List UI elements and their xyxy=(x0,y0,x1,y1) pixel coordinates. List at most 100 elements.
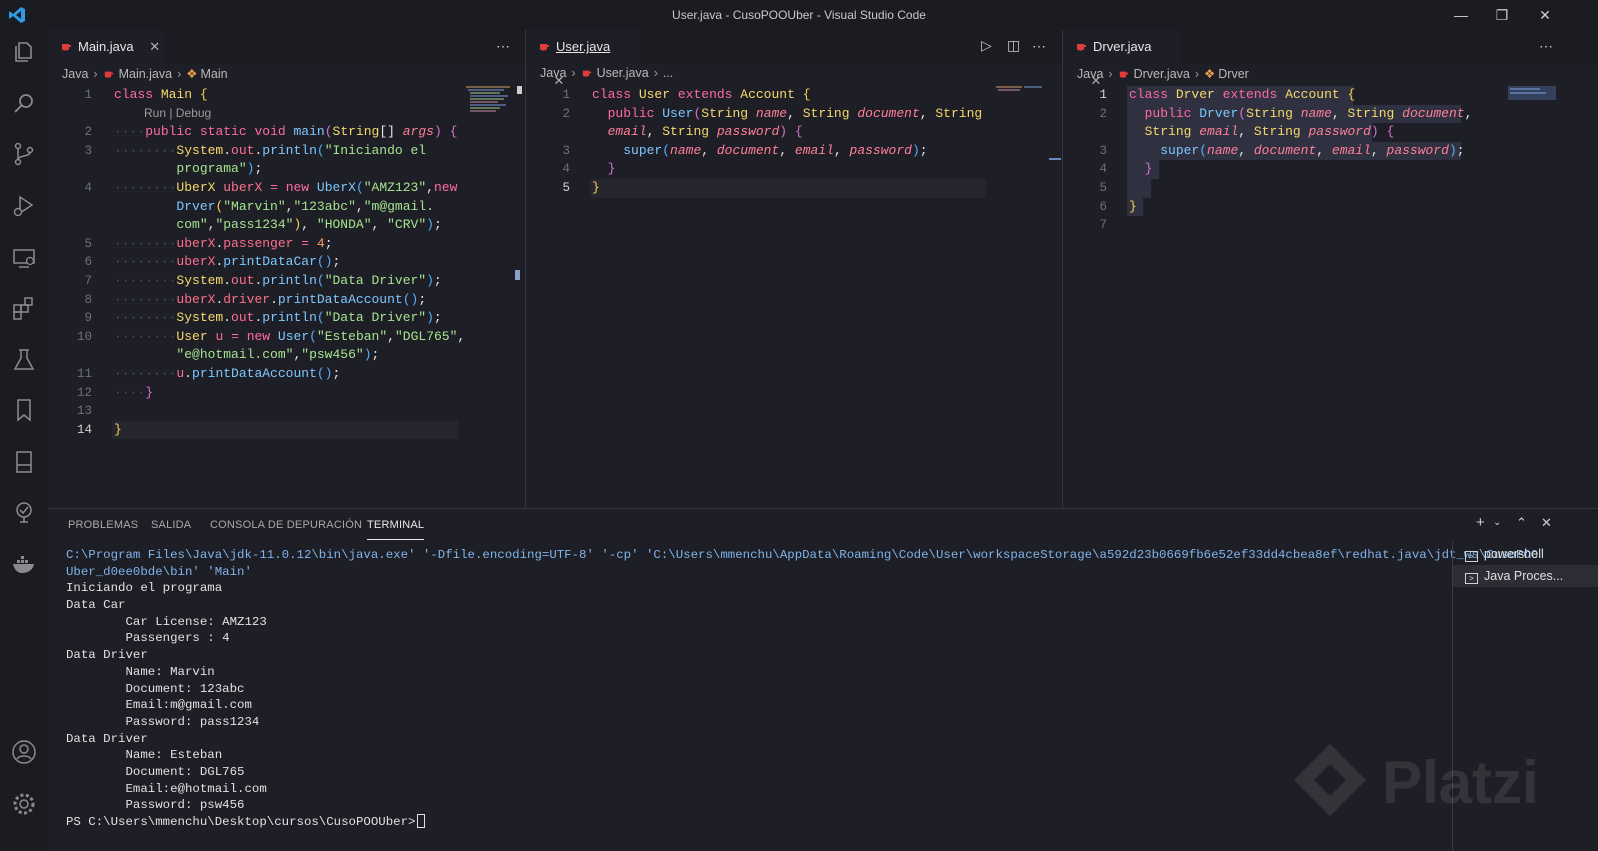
run-file-icon[interactable]: ▷ xyxy=(981,37,993,54)
tab-problems[interactable]: PROBLEMAS xyxy=(68,519,138,539)
search-icon[interactable] xyxy=(10,90,38,118)
editor-group-user: User.java✕ ▷ ◫ ⋯ Java › User.java ›... 1 cla… xyxy=(526,30,1062,508)
scrollbar-thumb[interactable] xyxy=(517,86,522,94)
terminal-line: Car License: AMZ123 xyxy=(66,614,267,629)
line-number: 12 xyxy=(76,385,92,400)
breadcrumb-item[interactable]: Java xyxy=(62,67,88,81)
codelens-run-debug[interactable]: Run | Debug xyxy=(144,106,211,120)
line-number: 2 xyxy=(562,106,570,121)
terminal-item-java-process[interactable]: > Java Proces... xyxy=(1453,565,1598,587)
close-panel-icon[interactable]: ✕ xyxy=(1541,515,1552,531)
split-editor-icon[interactable]: ◫ xyxy=(1007,37,1021,54)
line-number: 9 xyxy=(84,311,92,326)
terminal-item-powershell[interactable]: > powershell xyxy=(1453,543,1598,565)
minimap[interactable] xyxy=(466,86,514,116)
notebook-icon[interactable] xyxy=(10,448,38,476)
code-editor[interactable]: 1 class Drver extends Account { 2 public … xyxy=(1063,86,1598,508)
line-number: 10 xyxy=(76,329,92,344)
code-line: } xyxy=(607,161,616,177)
tab-user-java[interactable]: User.java✕ xyxy=(526,30,640,88)
terminal-output[interactable]: C:\Program Files\Java\jdk-11.0.12\bin\ja… xyxy=(66,547,1539,831)
breadcrumb-item[interactable]: Main xyxy=(200,67,227,81)
timeline-icon[interactable] xyxy=(10,498,38,526)
code-line: } xyxy=(592,180,600,195)
code-line: ····} xyxy=(114,384,154,400)
tab-bar: User.java✕ ▷ ◫ ⋯ xyxy=(526,30,1062,88)
minimize-icon[interactable]: — xyxy=(1450,4,1472,26)
chevron-right-icon: › xyxy=(571,66,576,80)
maximize-panel-icon[interactable]: ⌃ xyxy=(1516,515,1527,531)
tab-terminal[interactable]: TERMINAL xyxy=(367,519,425,540)
terminal-prompt[interactable]: PS C:\Users\mmenchu\Desktop\cursos\CusoP… xyxy=(66,814,1436,831)
settings-gear-icon[interactable] xyxy=(10,790,38,818)
code-editor[interactable]: 1 class User extends Account { 2 public U… xyxy=(526,86,1062,508)
breadcrumb-item[interactable]: Java xyxy=(1077,67,1103,81)
source-control-icon[interactable] xyxy=(10,140,38,168)
code-line: ····public static void main(String[] arg… xyxy=(114,124,458,140)
close-tab-icon[interactable]: ✕ xyxy=(146,30,164,64)
bookmarks-icon[interactable] xyxy=(10,396,38,424)
scrollbar-marker xyxy=(1049,158,1061,160)
line-number: 8 xyxy=(84,292,92,307)
tab-debug-console[interactable]: CONSOLA DE DEPURACIÓN xyxy=(210,519,362,539)
java-file-icon xyxy=(582,70,591,77)
code-line-wrap: String email, String password) { xyxy=(1144,124,1395,140)
line-number: 4 xyxy=(84,181,92,195)
line-number: 5 xyxy=(1099,181,1107,195)
line-number: 5 xyxy=(562,181,570,195)
code-line: super(name, document, email, password); xyxy=(623,142,928,158)
more-actions-icon[interactable]: ⋯ xyxy=(496,38,511,55)
class-symbol-icon: ❖ xyxy=(186,67,198,81)
breadcrumb-item[interactable]: Drver.java xyxy=(1134,67,1190,81)
extensions-icon[interactable] xyxy=(10,294,38,322)
terminal-cursor xyxy=(417,814,426,828)
terminal-line: Document: DGL765 xyxy=(66,764,245,779)
breadcrumb-item[interactable]: ... xyxy=(663,66,673,80)
code-line: } xyxy=(1129,198,1137,214)
java-file-icon xyxy=(1077,44,1086,51)
minimap[interactable] xyxy=(996,86,1044,116)
class-symbol-icon: ❖ xyxy=(1204,67,1216,81)
line-number: 6 xyxy=(84,255,92,270)
code-line: ········uberX.driver.printDataAccount(); xyxy=(114,291,427,307)
scrollbar-marker xyxy=(515,270,520,280)
terminal-line: C:\Program Files\Java\jdk-11.0.12\bin\ja… xyxy=(66,548,1539,562)
close-window-icon[interactable]: ✕ xyxy=(1534,4,1556,26)
chevron-down-icon[interactable]: ⌄ xyxy=(1493,517,1501,528)
new-terminal-icon[interactable]: + xyxy=(1476,514,1485,531)
tab-label: Main.java xyxy=(78,39,134,54)
code-line: } xyxy=(1144,161,1153,177)
breadcrumb-item[interactable]: Main.java xyxy=(119,67,173,81)
code-line: ········u.printDataAccount(); xyxy=(114,366,341,381)
chevron-right-icon: › xyxy=(1108,67,1113,81)
testing-icon[interactable] xyxy=(10,346,38,374)
code-line: ········uberX.passenger = 4; xyxy=(114,235,333,251)
code-line: public Drver(String name, String documen… xyxy=(1144,105,1473,121)
terminal-line: Uber_d0ee0bde\bin' 'Main' xyxy=(66,564,252,579)
account-icon[interactable] xyxy=(10,738,38,766)
window-title: User.java - CusoPOOUber - Visual Studio … xyxy=(672,8,926,22)
code-line-wrap: Drver("Marvin","123abc","m@gmail. xyxy=(176,198,434,214)
code-line: public User(String name, String document… xyxy=(607,105,983,121)
restore-icon[interactable]: ❐ xyxy=(1491,4,1513,26)
tab-output[interactable]: SALIDA xyxy=(151,519,191,539)
tab-drver-java[interactable]: Drver.java✕ xyxy=(1063,30,1179,88)
code-line: ········System.out.println("Data Driver"… xyxy=(114,310,442,326)
remote-explorer-icon[interactable] xyxy=(10,244,38,272)
tab-bar: Main.java ✕ ⋯ xyxy=(48,30,525,64)
explorer-icon[interactable] xyxy=(10,38,38,66)
breadcrumb-item[interactable]: Drver xyxy=(1218,67,1249,81)
tab-label: User.java xyxy=(556,39,611,54)
more-actions-icon[interactable]: ⋯ xyxy=(1539,38,1554,55)
breadcrumb-item[interactable]: User.java xyxy=(597,66,649,80)
editor-group-main: Main.java ✕ ⋯ Java › Main.java › ❖ Main 1 class… xyxy=(48,30,525,508)
code-editor[interactable]: 1 class Main { Run | Debug 2 ····public st… xyxy=(48,86,525,508)
terminal-line: Iniciando el programa xyxy=(66,581,223,596)
chevron-right-icon: › xyxy=(177,67,182,81)
run-debug-icon[interactable] xyxy=(10,192,38,220)
breadcrumb-item[interactable]: Java xyxy=(540,66,566,80)
docker-icon[interactable] xyxy=(10,550,38,578)
tab-main-java[interactable]: Main.java ✕ xyxy=(48,30,164,64)
more-actions-icon[interactable]: ⋯ xyxy=(1032,38,1047,55)
minimap[interactable] xyxy=(1508,86,1556,116)
